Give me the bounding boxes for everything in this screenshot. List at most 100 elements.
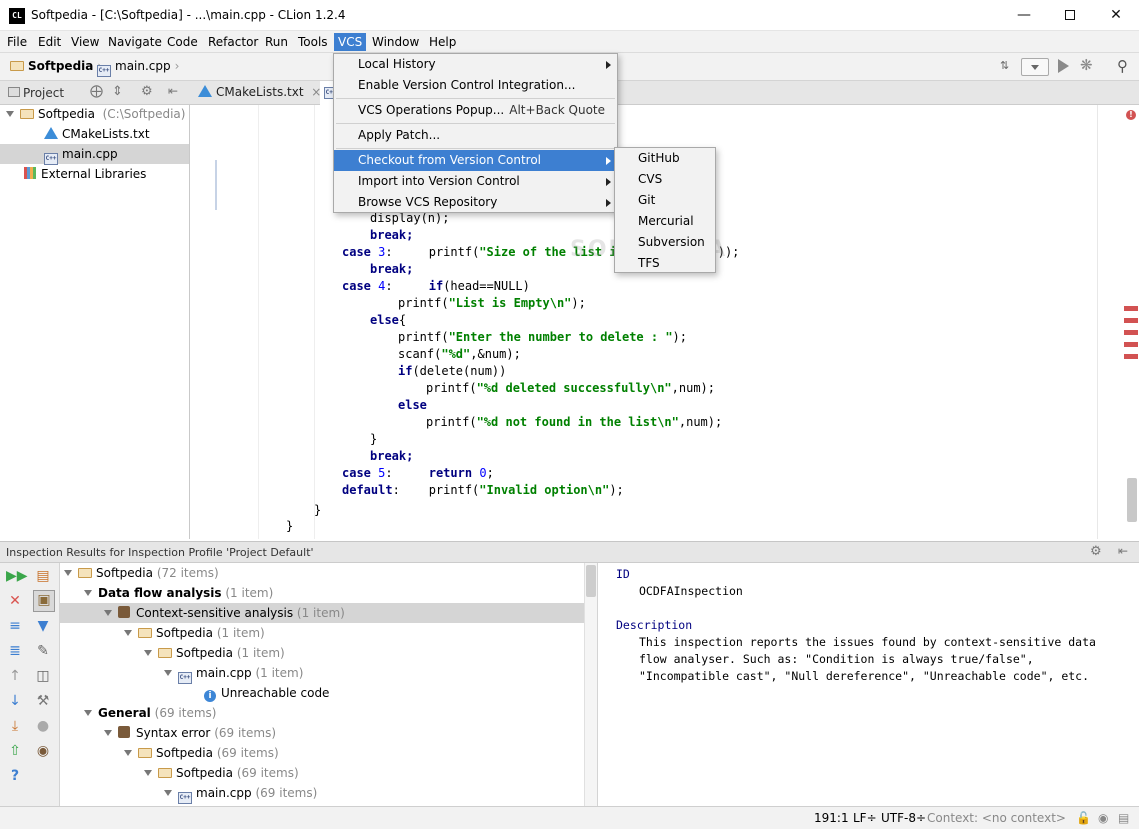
inspection-tree-scrollbar-track[interactable] [584, 563, 598, 806]
menu-navigate[interactable]: Navigate [104, 33, 166, 51]
error-stripe-mark[interactable] [1124, 342, 1138, 347]
rerun-icon[interactable]: ▶▶ [6, 567, 28, 585]
debug-icon[interactable]: ❋ [1080, 56, 1093, 74]
tree-row[interactable]: Softpedia (69 items) [60, 763, 584, 783]
error-stripe-mark[interactable] [1124, 354, 1138, 359]
submenu-item-mercurial[interactable]: Mercurial [615, 211, 715, 232]
tree-item-label: Softpedia [156, 746, 213, 760]
export-icon[interactable]: ▤ [34, 567, 52, 585]
menu-file[interactable]: File [3, 33, 31, 51]
menu-tools[interactable]: Tools [294, 33, 332, 51]
tree-row[interactable]: Softpedia (72 items) [60, 563, 584, 583]
tree-row[interactable]: Context-sensitive analysis (1 item) [60, 603, 584, 623]
menu-refactor[interactable]: Refactor [204, 33, 262, 51]
menu-item-vcs-operations-popup[interactable]: VCS Operations Popup... Alt+Back Quote [334, 100, 617, 121]
tree-item-main-cpp[interactable]: C++ main.cpp [0, 144, 189, 165]
sort-icon[interactable]: ⇅ [1000, 59, 1009, 72]
tree-row[interactable]: General (69 items) [60, 703, 584, 723]
next-problem-icon[interactable]: ↓ [6, 692, 24, 710]
tree-row[interactable]: C++ main.cpp (69 items) [60, 783, 584, 804]
previous-problem-icon[interactable]: ↑ [6, 667, 24, 685]
breadcrumb-file[interactable]: C++ main.cpp › [97, 59, 181, 77]
menu-edit[interactable]: Edit [34, 33, 65, 51]
tree-item-project-root[interactable]: Softpedia (C:\Softpedia) [0, 104, 189, 124]
submenu-item-tfs[interactable]: TFS [615, 253, 715, 274]
tree-row[interactable]: C++ main.cpp (1 item) [60, 663, 584, 684]
inspection-tree-scrollbar[interactable] [586, 565, 596, 597]
expand-icon [104, 610, 112, 616]
quick-fix-icon[interactable]: ⚒ [34, 692, 52, 710]
group-by-severity-icon[interactable]: ▣ [33, 590, 55, 612]
close-button[interactable]: ✕ [1093, 0, 1139, 31]
tree-item-cmakelists[interactable]: CMakeLists.txt [0, 124, 189, 144]
edit-settings-icon[interactable]: ✎ [34, 642, 52, 660]
submenu-item-subversion[interactable]: Subversion [615, 232, 715, 253]
submenu-item-git[interactable]: Git [615, 190, 715, 211]
menu-code[interactable]: Code [163, 33, 202, 51]
tree-item-external-libraries[interactable]: External Libraries [0, 164, 189, 184]
error-stripe-mark[interactable] [1124, 306, 1138, 311]
tree-item-count: (69 items) [214, 726, 276, 740]
lightbulb-icon[interactable]: ● [34, 717, 52, 735]
menu-item-import-into-vcs[interactable]: Import into Version Control [334, 171, 617, 192]
error-stripe-mark[interactable] [1124, 318, 1138, 323]
caret-position[interactable]: 191:1 [814, 811, 849, 825]
collapse-all-icon[interactable]: ≣ [6, 642, 24, 660]
tree-item-count: (69 items) [236, 766, 299, 780]
file-encoding[interactable]: UTF-8÷ [881, 811, 926, 825]
menu-window[interactable]: Window [368, 33, 423, 51]
maximize-button[interactable] [1047, 0, 1093, 31]
hide-panel-icon[interactable]: ⇤ [168, 84, 178, 98]
cpp-file-icon: C++ [97, 65, 111, 77]
menu-item-local-history[interactable]: Local History [334, 54, 617, 75]
tree-row[interactable]: Softpedia (1 item) [60, 643, 584, 663]
clion-app-icon[interactable]: CL [9, 8, 25, 24]
tab-label: CMakeLists.txt [216, 85, 304, 99]
breadcrumb-project[interactable]: Softpedia› [10, 59, 104, 73]
tree-row[interactable]: Softpedia (1 item) [60, 623, 584, 643]
gear-icon[interactable]: ⚙ [1090, 544, 1102, 559]
menu-help[interactable]: Help [425, 33, 460, 51]
submenu-item-github[interactable]: GitHub [615, 148, 715, 169]
tree-row[interactable]: Syntax error (69 items) [60, 723, 584, 743]
event-log-icon[interactable]: ▤ [1118, 811, 1129, 825]
search-icon[interactable]: ⚲ [1117, 57, 1128, 75]
close-icon[interactable]: ✕ [6, 592, 24, 610]
help-icon[interactable]: ? [6, 767, 24, 785]
tree-row[interactable]: Softpedia (69 items) [60, 743, 584, 763]
menu-item-browse-vcs-repository[interactable]: Browse VCS Repository [334, 192, 617, 213]
project-panel-title[interactable]: Project [23, 86, 64, 100]
context-selector[interactable]: Context: <no context> [927, 811, 1066, 825]
gear-icon[interactable]: ⚙ [141, 84, 153, 99]
lock-icon[interactable]: 🔓 [1076, 811, 1091, 825]
import-icon[interactable]: ⤓ [6, 717, 24, 735]
tab-cmakelists[interactable]: CMakeLists.txt × [198, 85, 321, 99]
editor-scrollbar[interactable] [1127, 478, 1137, 522]
filter-icon[interactable]: ▼ [34, 617, 52, 635]
hide-panel-icon[interactable]: ⇤ [1118, 544, 1128, 558]
menu-item-enable-vcs-integration[interactable]: Enable Version Control Integration... [334, 75, 617, 96]
sync-icon[interactable]: ⨁ [90, 84, 103, 99]
menu-view[interactable]: View [67, 33, 103, 51]
tree-row[interactable]: Data flow analysis (1 item) [60, 583, 584, 603]
minimize-icon: — [1017, 7, 1031, 23]
menu-item-checkout-from-vcs[interactable]: Checkout from Version Control [334, 150, 617, 171]
expand-all-icon[interactable]: ≡ [6, 617, 24, 635]
suppress-icon[interactable]: ◫ [34, 667, 52, 685]
tree-row[interactable]: i Unreachable code [60, 683, 584, 703]
inspector-icon[interactable]: ◉ [1098, 811, 1108, 825]
menu-vcs[interactable]: VCS [334, 33, 367, 51]
error-status-icon[interactable]: ! [1126, 110, 1136, 120]
menu-item-apply-patch[interactable]: Apply Patch... [334, 125, 617, 146]
run-icon[interactable] [1058, 59, 1069, 73]
submenu-item-cvs[interactable]: CVS [615, 169, 715, 190]
code-line: } [286, 519, 294, 533]
run-config-dropdown[interactable] [1021, 58, 1049, 76]
error-stripe-mark[interactable] [1124, 330, 1138, 335]
collapse-all-icon[interactable]: ⇕ [112, 84, 123, 99]
line-separator[interactable]: LF÷ [853, 811, 877, 825]
export-results-icon[interactable]: ⇧ [6, 742, 24, 760]
menu-run[interactable]: Run [261, 33, 292, 51]
inspection-spy-icon[interactable]: ◉ [34, 742, 52, 760]
minimize-button[interactable]: — [1001, 0, 1047, 31]
